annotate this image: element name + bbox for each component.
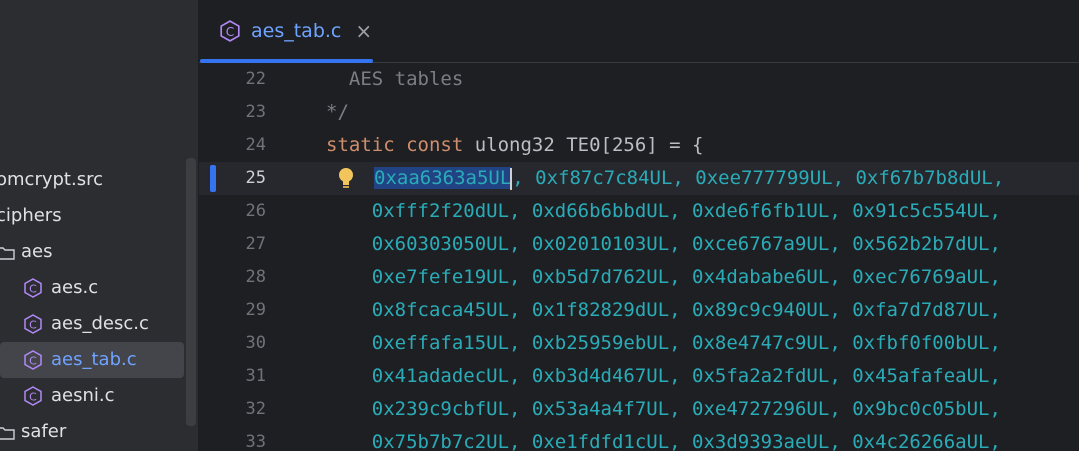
svg-text:C: C xyxy=(226,25,234,39)
lightbulb-icon[interactable] xyxy=(337,167,355,191)
code-text: static const ulong32 TE0[256] = { xyxy=(326,129,704,162)
code-text: 0xe7fefe19UL, 0xb5d7d762UL, 0x4dababe6UL… xyxy=(326,266,1001,288)
tree-item-aes-tab-c[interactable]: C aes_tab.c xyxy=(0,342,184,378)
sidebar-header xyxy=(0,0,198,62)
line-number: 31 xyxy=(245,366,266,386)
code-text: 0x41adadecUL, 0xb3d4d467UL, 0x5fa2a2fdUL… xyxy=(326,365,1001,387)
tree-item-ciphers[interactable]: ciphers xyxy=(0,198,184,234)
tree-item-aes-folder[interactable]: aes xyxy=(0,234,184,270)
code-line: 30 0xeffafa15UL, 0xb25959ebUL, 0x8e4747c… xyxy=(199,327,1079,360)
code-text: 0x239c9cbfUL, 0x53a4a4f7UL, 0xe4727296UL… xyxy=(326,398,1001,420)
code-text: 0xaa6363a5UL, 0xf87c7c84UL, 0xee777799UL… xyxy=(374,162,1004,195)
line-number: 25 xyxy=(245,168,266,188)
svg-text:C: C xyxy=(29,319,37,332)
tree-item-label: aes_tab.c xyxy=(51,349,137,370)
line-number: 23 xyxy=(245,102,266,122)
code-token: ulong32 TE0[256] = { xyxy=(463,134,704,156)
line-number: 30 xyxy=(245,333,266,353)
c-file-icon: C xyxy=(23,350,43,370)
code-line: 24 static const ulong32 TE0[256] = { xyxy=(199,129,1079,162)
code-line: 23 */ xyxy=(199,96,1079,129)
tree-item-label: aes xyxy=(21,241,53,262)
code-text: 0x8fcaca45UL, 0x1f82829dUL, 0x89c9c940UL… xyxy=(326,299,1001,321)
c-file-icon: C xyxy=(23,386,43,406)
tree-item-root[interactable]: omcrypt.src xyxy=(0,162,184,198)
tree-item-safer-folder[interactable]: safer xyxy=(0,414,184,450)
folder-icon xyxy=(0,246,15,260)
code-line: 27 0x60303050UL, 0x02010103UL, 0xce6767a… xyxy=(199,228,1079,261)
c-file-icon: C xyxy=(23,278,43,298)
code-text: 0x60303050UL, 0x02010103UL, 0xce6767a9UL… xyxy=(326,233,1001,255)
line-number: 28 xyxy=(245,267,266,287)
code-text: 0xeffafa15UL, 0xb25959ebUL, 0x8e4747c9UL… xyxy=(326,332,1001,354)
tree-item-label: aesni.c xyxy=(51,385,115,406)
code-text: 0xfff2f20dUL, 0xd66b6bbdUL, 0xde6f6fb1UL… xyxy=(326,200,1001,222)
tab-label: aes_tab.c xyxy=(251,20,342,42)
project-sidebar: omcrypt.src ciphers aes C aes.c C aes_de… xyxy=(0,0,198,451)
tree-item-label: aes.c xyxy=(51,277,99,298)
line-number: 26 xyxy=(245,201,266,221)
sidebar-scrollbar[interactable] xyxy=(186,158,196,426)
code-token: , 0xf87c7c84UL, 0xee777799UL, 0xf67b7b8d… xyxy=(512,167,1005,189)
tree-item-label: safer xyxy=(21,421,67,442)
code-text: 0x75b7b7c2UL, 0xe1fdfd1cUL, 0x3d9393aeUL… xyxy=(326,431,1001,451)
folder-icon xyxy=(0,426,15,440)
keyword-token: static const xyxy=(326,134,464,156)
code-line: 22 AES tables xyxy=(199,63,1079,96)
code-text: */ xyxy=(326,101,349,123)
line-number: 29 xyxy=(245,300,266,320)
tab-aes-tab-c[interactable]: C aes_tab.c × xyxy=(199,0,374,63)
code-line: 32 0x239c9cbfUL, 0x53a4a4f7UL, 0xe472729… xyxy=(199,393,1079,426)
tree-item-aes-c[interactable]: C aes.c xyxy=(0,270,184,306)
tree-item-aesni-c[interactable]: C aesni.c xyxy=(0,378,184,414)
c-file-icon: C xyxy=(23,314,43,334)
svg-text:C: C xyxy=(29,391,37,404)
tree-item-aes-desc-c[interactable]: C aes_desc.c xyxy=(0,306,184,342)
code-line: 26 0xfff2f20dUL, 0xd66b6bbdUL, 0xde6f6fb… xyxy=(199,195,1079,228)
line-number: 27 xyxy=(245,234,266,254)
project-tree: omcrypt.src ciphers aes C aes.c C aes_de… xyxy=(0,162,184,450)
code-line: 31 0x41adadecUL, 0xb3d4d467UL, 0x5fa2a2f… xyxy=(199,360,1079,393)
code-editor[interactable]: 22 AES tables 23 */ 24 static const ulon… xyxy=(199,63,1079,451)
tree-item-label: aes_desc.c xyxy=(51,313,149,334)
code-line: 29 0x8fcaca45UL, 0x1f82829dUL, 0x89c9c94… xyxy=(199,294,1079,327)
line-number: 32 xyxy=(245,399,266,419)
code-text: AES tables xyxy=(326,68,464,90)
svg-text:C: C xyxy=(29,355,37,368)
selected-token: 0xaa6363a5UL xyxy=(374,167,512,189)
c-file-icon: C xyxy=(219,20,241,42)
code-line: 28 0xe7fefe19UL, 0xb5d7d762UL, 0x4dababe… xyxy=(199,261,1079,294)
svg-text:C: C xyxy=(29,283,37,296)
tree-item-label: ciphers xyxy=(0,205,62,226)
close-icon[interactable]: × xyxy=(355,0,372,62)
code-line: 33 0x75b7b7c2UL, 0xe1fdfd1cUL, 0x3d9393a… xyxy=(199,426,1079,451)
tree-item-label: omcrypt.src xyxy=(0,169,103,190)
line-number: 22 xyxy=(245,69,266,89)
line-number: 33 xyxy=(245,432,266,451)
line-number: 24 xyxy=(245,135,266,155)
current-code-line: 25 0xaa6363a5UL, 0xf87c7c84UL, 0xee77779… xyxy=(199,162,1079,195)
editor-tab-bar: C aes_tab.c × xyxy=(199,0,1079,63)
